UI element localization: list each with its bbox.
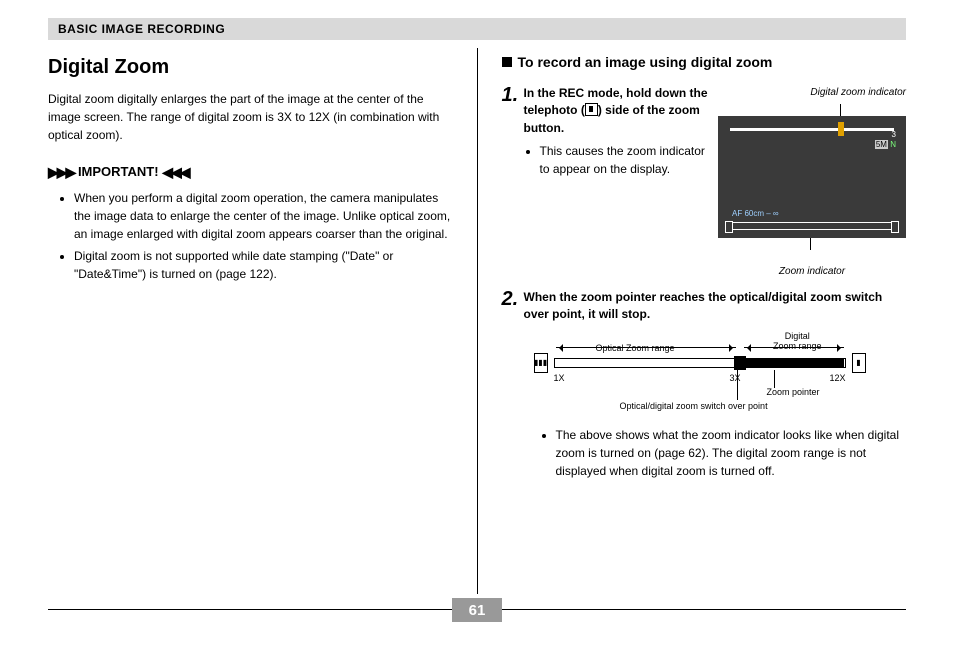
lcd-hud-af: AF 60cm – ∞ xyxy=(732,208,779,220)
intro-paragraph: Digital zoom digitally enlarges the part… xyxy=(48,90,453,144)
right-column: To record an image using digital zoom 1.… xyxy=(478,48,907,594)
section-header: BASIC IMAGE RECORDING xyxy=(48,18,906,40)
important-bullet-list: When you perform a digital zoom operatio… xyxy=(48,189,453,283)
digital-range-label-b: Zoom range xyxy=(773,342,822,352)
tick-1x: 1X xyxy=(554,372,565,386)
note-paragraph: The above shows what the zoom indicator … xyxy=(540,426,907,480)
page-number-badge: 61 xyxy=(452,598,502,622)
callout-line-icon xyxy=(810,238,811,250)
lcd-illustration: Digital zoom indicator 3 5M N xyxy=(718,85,906,279)
zoom-pointer-label: Zoom pointer xyxy=(766,386,819,400)
page-title: Digital Zoom xyxy=(48,52,453,82)
step1-sub: This causes the zoom indicator to appear… xyxy=(524,143,711,178)
lcd-digital-zoom-marker xyxy=(838,122,844,136)
switch-point-label: Optical/digital zoom switch over point xyxy=(620,400,768,414)
lcd-top-callout: Digital zoom indicator xyxy=(718,85,906,100)
lcd-hud-quality: 3 5M N xyxy=(875,130,896,149)
digital-range-label: Digital Zoom range xyxy=(773,332,822,352)
two-column-layout: Digital Zoom Digital zoom digitally enla… xyxy=(48,48,906,594)
step-body: When the zoom pointer reaches the optica… xyxy=(524,289,907,324)
note-bullet: The above shows what the zoom indicator … xyxy=(556,426,907,480)
tick-3x: 3X xyxy=(730,372,741,386)
step-number: 1. xyxy=(502,85,524,105)
tick-12x: 12X xyxy=(829,372,845,386)
zoom-range-bar xyxy=(554,358,846,368)
lcd-top-zoom-bar xyxy=(730,128,894,131)
lcd-screen: 3 5M N AF 60cm – ∞ xyxy=(718,116,906,238)
zoom-tele-icon: ▮ xyxy=(852,353,866,373)
lcd-hud-size: 5M xyxy=(875,140,888,149)
lcd-hud-q: N xyxy=(890,140,896,149)
page-number: 61 xyxy=(469,602,486,619)
left-column: Digital Zoom Digital zoom digitally enla… xyxy=(48,48,477,594)
digital-zoom-segment xyxy=(740,359,844,367)
subheading-text: To record an image using digital zoom xyxy=(518,54,773,70)
lcd-hud-count: 3 xyxy=(875,130,896,140)
optical-range-label: Optical Zoom range xyxy=(596,342,675,356)
callout-line-icon xyxy=(840,104,841,116)
step-number: 2. xyxy=(502,289,524,309)
important-heading: ▶▶▶ IMPORTANT! ◀◀◀ xyxy=(48,162,453,183)
bullet-item: Digital zoom is not supported while date… xyxy=(74,247,453,283)
important-label: IMPORTANT! xyxy=(78,164,159,179)
square-bullet-icon xyxy=(502,57,512,67)
step-1: 1. In the REC mode, hold down the teleph… xyxy=(502,85,907,279)
lcd-bottom-callout: Zoom indicator xyxy=(718,264,906,279)
arrow-left-icon: ◀◀◀ xyxy=(162,164,188,180)
zoom-wide-icon: ▮▮▮ xyxy=(534,353,548,373)
arrow-right-icon: ▶▶▶ xyxy=(48,164,74,180)
bullet-item: When you perform a digital zoom operatio… xyxy=(74,189,453,243)
step1-sub-bullet: This causes the zoom indicator to appear… xyxy=(540,143,711,178)
step-2: 2. When the zoom pointer reaches the opt… xyxy=(502,289,907,324)
section-header-text: BASIC IMAGE RECORDING xyxy=(58,22,225,36)
subheading: To record an image using digital zoom xyxy=(502,52,907,73)
step-body: In the REC mode, hold down the telephoto… xyxy=(524,85,719,178)
zoom-range-diagram: Optical Zoom range Digital Zoom range ▮▮… xyxy=(530,332,870,408)
lcd-bottom-zoom-bar xyxy=(732,222,892,230)
telephoto-icon xyxy=(585,103,598,116)
callout-line-icon xyxy=(737,368,738,400)
